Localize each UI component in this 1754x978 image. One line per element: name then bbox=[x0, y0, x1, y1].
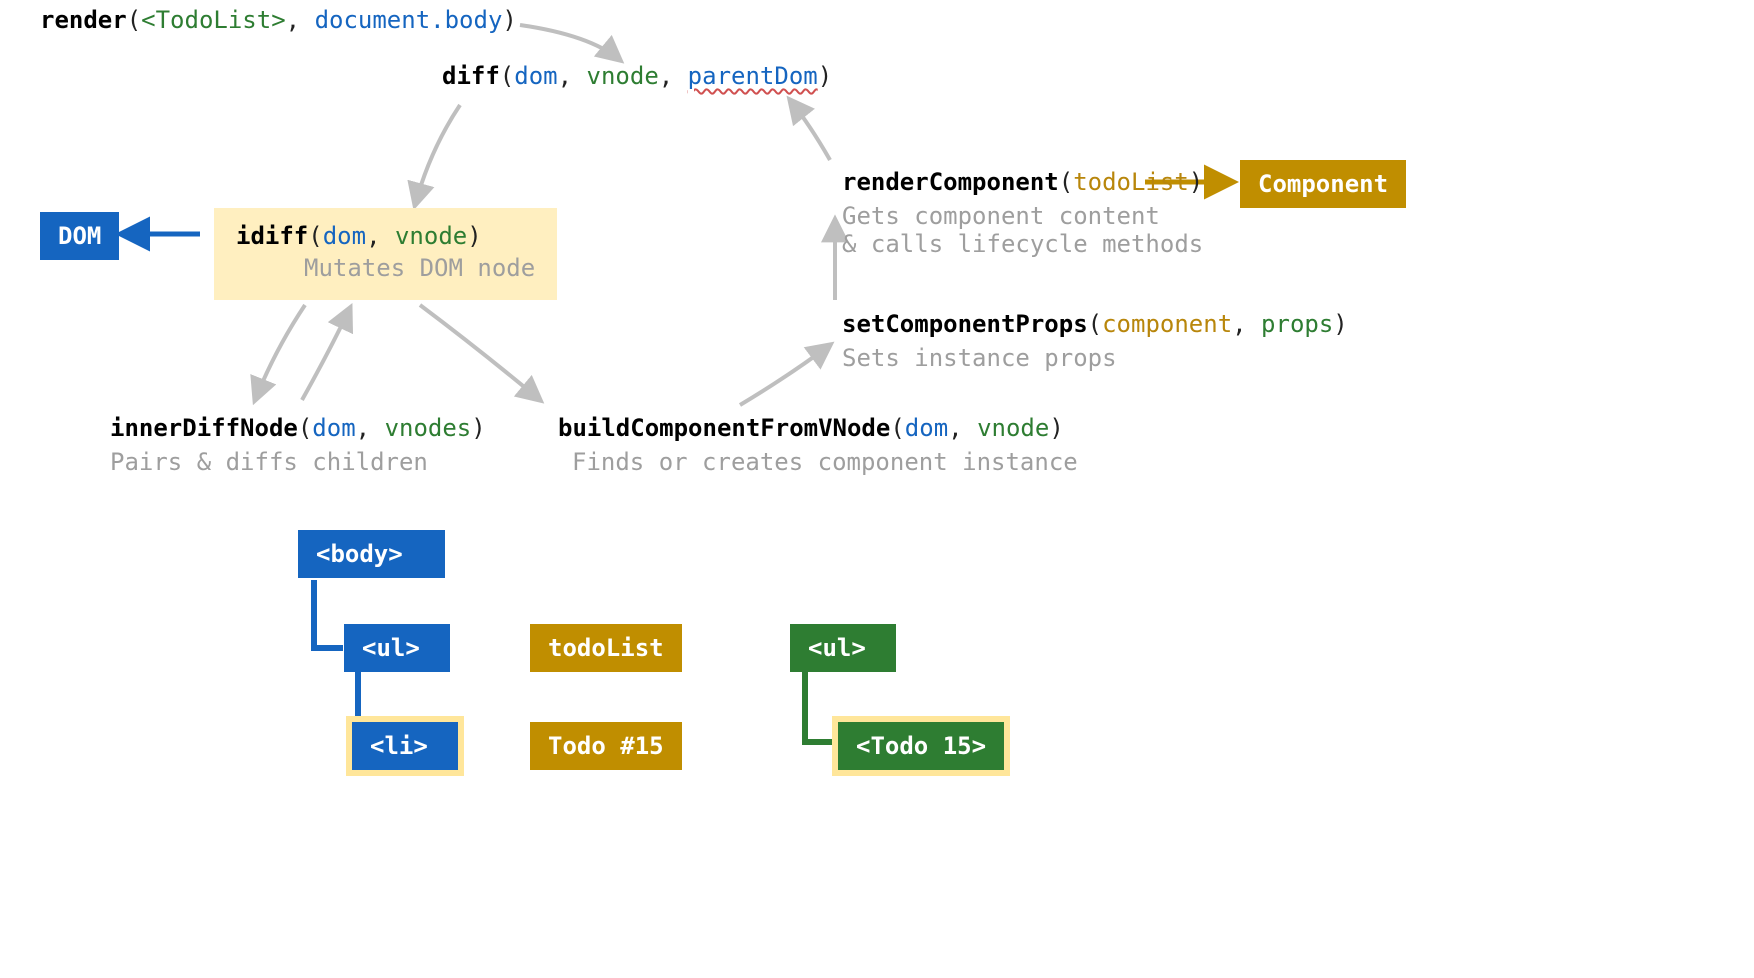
render-arg2: document.body bbox=[315, 6, 503, 34]
tree-todo15: Todo #15 bbox=[530, 722, 682, 770]
tree-todo15tag: <Todo 15> bbox=[838, 722, 1004, 770]
render-arg1: <TodoList> bbox=[141, 6, 286, 34]
innerdiffnode-desc: Pairs & diffs children bbox=[110, 448, 486, 476]
tree-body: <body> bbox=[298, 530, 445, 578]
idiff-box: idiff(dom, vnode) Mutates DOM node bbox=[214, 208, 557, 300]
rendercomponent-call: renderComponent(todoList) Gets component… bbox=[842, 168, 1203, 258]
dom-box: DOM bbox=[40, 212, 119, 260]
diagram-arrows bbox=[0, 0, 1754, 978]
tree-li: <li> bbox=[352, 722, 458, 770]
component-box: Component bbox=[1240, 160, 1406, 208]
diff-call: diff(dom, vnode, parentDom) bbox=[442, 62, 832, 90]
render-fn: render bbox=[40, 6, 127, 34]
tree-todo15tag-highlight: <Todo 15> bbox=[832, 716, 1010, 776]
tree-ul2: <ul> bbox=[790, 624, 896, 672]
tree-todolist: todoList bbox=[530, 624, 682, 672]
tree-ul: <ul> bbox=[344, 624, 450, 672]
setcomponentprops-call: setComponentProps(component, props) Sets… bbox=[842, 310, 1348, 372]
render-call: render(<TodoList>, document.body) bbox=[40, 6, 517, 34]
setcomponentprops-desc: Sets instance props bbox=[842, 344, 1348, 372]
idiff-fn: idiff bbox=[236, 222, 308, 250]
buildcomponent-desc: Finds or creates component instance bbox=[572, 448, 1078, 476]
innerdiffnode-call: innerDiffNode(dom, vnodes) Pairs & diffs… bbox=[110, 414, 486, 476]
buildcomponent-call: buildComponentFromVNode(dom, vnode) Find… bbox=[558, 414, 1078, 476]
tree-li-highlight: <li> bbox=[346, 716, 464, 776]
idiff-desc: Mutates DOM node bbox=[304, 254, 535, 282]
diff-fn: diff bbox=[442, 62, 500, 90]
